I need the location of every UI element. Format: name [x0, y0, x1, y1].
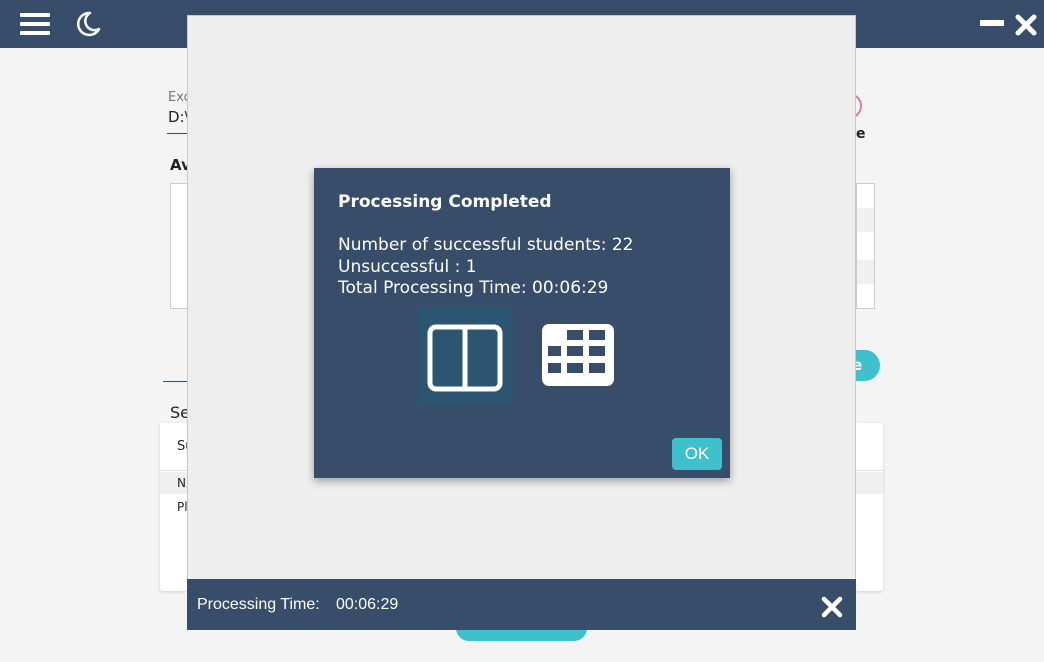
card-left: Su N Pl [160, 423, 194, 591]
split-view-icon[interactable] [417, 308, 512, 405]
unsuccessful-text: Unsuccessful : 1 [338, 257, 477, 277]
processing-completed-dialog: Processing Completed Number of successfu… [314, 168, 730, 478]
overlay-footer: Processing Time: 00:06:29 [187, 579, 856, 630]
hamburger-menu-icon[interactable] [20, 13, 50, 35]
total-time-text: Total Processing Time: 00:06:29 [338, 278, 609, 298]
close-icon[interactable] [821, 596, 843, 618]
moon-icon[interactable] [73, 9, 103, 39]
processing-time-label: Processing Time: [197, 596, 320, 613]
dialog-title: Processing Completed [338, 192, 552, 212]
close-icon[interactable] [1014, 13, 1038, 37]
minimize-icon[interactable] [980, 20, 1004, 26]
list-item[interactable]: N [177, 476, 186, 490]
card-right [856, 423, 883, 591]
list-item[interactable]: Pl [177, 500, 188, 514]
divider [163, 381, 187, 382]
field-underline [167, 133, 189, 134]
processing-time-value: 00:06:29 [336, 596, 399, 613]
list-box-right[interactable] [856, 183, 875, 309]
successful-students-text: Number of successful students: 22 [338, 235, 634, 255]
table-view-icon[interactable] [536, 318, 620, 392]
right-label: e [856, 126, 866, 142]
ok-button[interactable]: OK [672, 438, 722, 470]
